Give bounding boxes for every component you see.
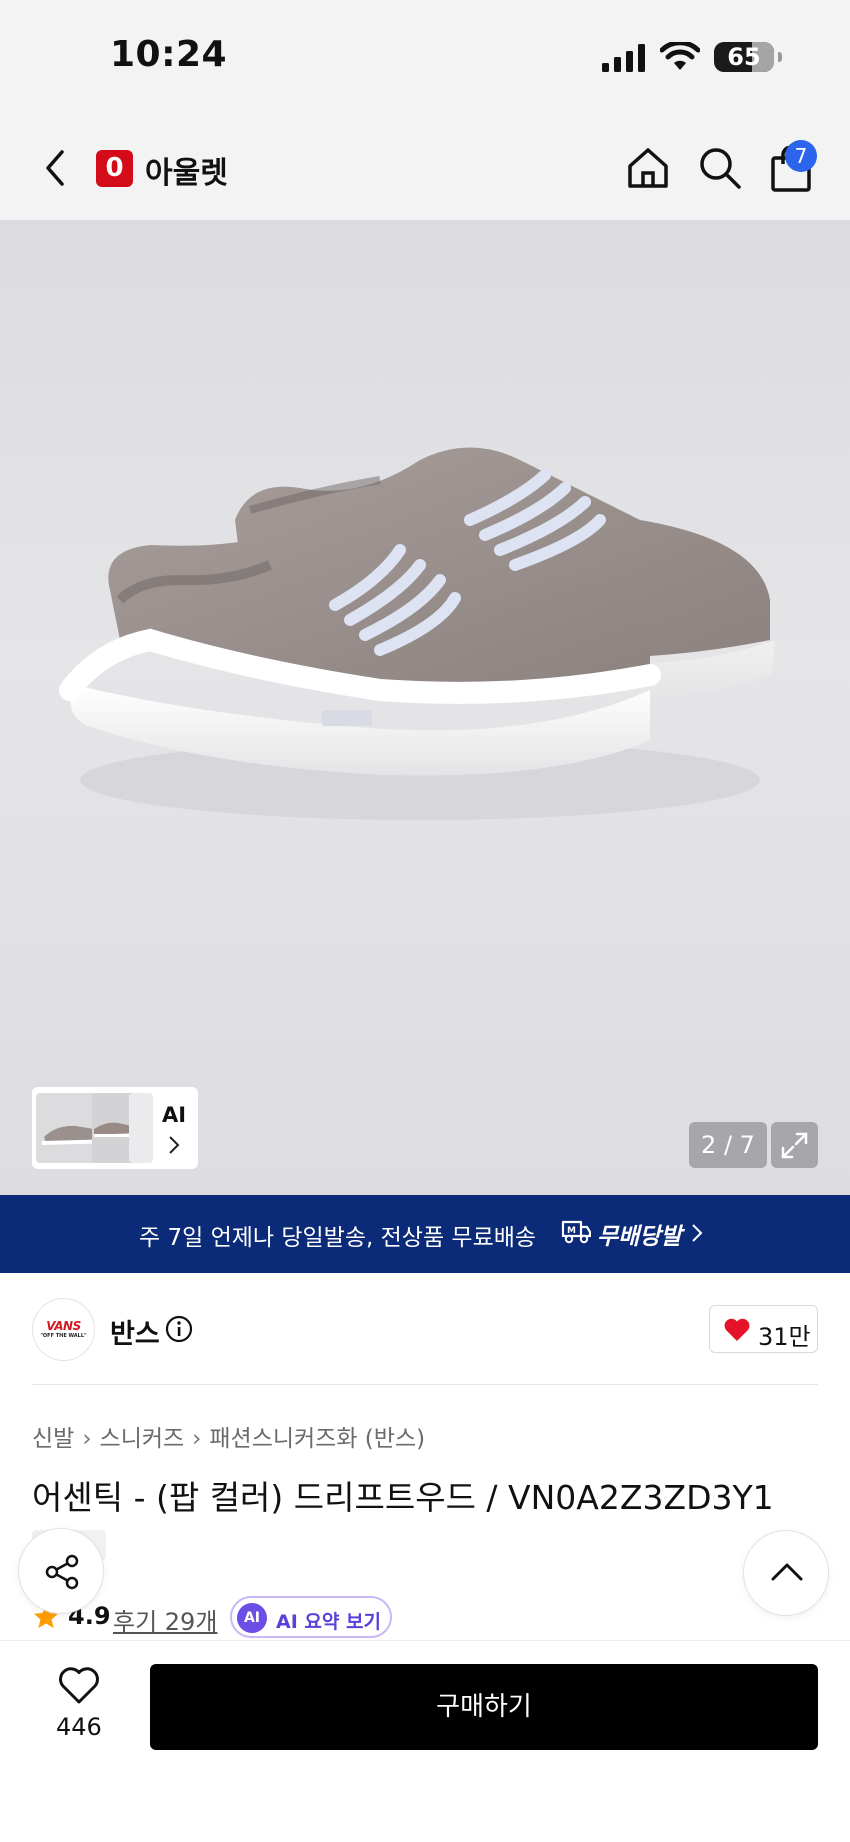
app-header: 0 아울렛 7 (0, 110, 850, 220)
chevron-right-icon (169, 1136, 180, 1154)
svg-text:M: M (567, 1226, 576, 1236)
fullscreen-button[interactable] (771, 1122, 818, 1168)
status-time: 10:24 (110, 34, 228, 75)
battery-icon: 65 (714, 42, 782, 72)
scroll-to-top-button[interactable] (743, 1530, 829, 1616)
divider (32, 1384, 818, 1385)
app-logo[interactable]: 0 (96, 150, 133, 187)
signal-icon (602, 44, 645, 72)
thumbnail-image-3[interactable] (129, 1093, 153, 1163)
shipping-banner[interactable]: 주 7일 언제나 당일발송, 전상품 무료배송 M 무배당발 (0, 1195, 850, 1273)
ai-badge-icon: AI (237, 1603, 267, 1633)
wishlist-count: 446 (56, 1713, 102, 1741)
back-arrow-icon[interactable] (42, 148, 68, 188)
image-counter: 2 / 7 (689, 1122, 767, 1168)
heart-filled-icon (724, 1318, 750, 1341)
battery-level: 65 (727, 43, 761, 71)
status-bar: 10:24 65 (0, 0, 850, 110)
shipping-brand-label: 무배당발 (597, 1224, 682, 1250)
breadcrumb-item[interactable]: 패션스니커즈화 (반스) (209, 1426, 425, 1452)
product-image (59, 447, 775, 820)
wifi-icon (660, 42, 700, 70)
search-icon[interactable] (698, 146, 742, 190)
breadcrumb: 신발 › 스니커즈 › 패션스니커즈화 (반스) (32, 1419, 425, 1453)
share-button[interactable] (18, 1528, 104, 1614)
product-image-gallery[interactable] (0, 220, 850, 1195)
brand-like-count: 31만 (758, 1323, 811, 1351)
cart-count-badge: 7 (785, 140, 817, 172)
info-icon[interactable] (165, 1315, 193, 1343)
brand-name[interactable]: 반스 (110, 1312, 160, 1351)
chevron-right-icon (692, 1224, 703, 1242)
ai-summary-button[interactable]: AI AI 요약 보기 (230, 1596, 392, 1638)
app-name[interactable]: 아울렛 (145, 148, 228, 192)
thumbnail-ai-label: AI (162, 1103, 187, 1127)
heart-outline-icon[interactable] (58, 1667, 100, 1705)
home-icon[interactable] (626, 146, 670, 190)
product-title: 어센틱 - (팝 컬러) 드리프트우드 / VN0A2Z3ZD3Y1 (32, 1478, 774, 1517)
brand-logo-subtext: "OFF THE WALL" (40, 1333, 87, 1339)
brand-logo[interactable]: VANS "OFF THE WALL" (32, 1298, 95, 1361)
ai-summary-label: AI 요약 보기 (276, 1611, 381, 1633)
shipping-banner-text: 주 7일 언제나 당일발송, 전상품 무료배송 (139, 1225, 537, 1251)
expand-icon (781, 1132, 808, 1159)
chevron-right-icon: › (82, 1426, 92, 1452)
thumbnail-strip[interactable]: AI (32, 1087, 198, 1169)
buy-button[interactable]: 구매하기 (150, 1664, 818, 1750)
share-icon (45, 1554, 79, 1590)
brand-like-button[interactable]: 31만 (709, 1305, 818, 1353)
breadcrumb-item[interactable]: 신발 (32, 1426, 74, 1452)
reviews-link[interactable]: 후기 29개 (113, 1602, 217, 1637)
chevron-up-icon (771, 1563, 803, 1581)
delivery-truck-icon: M (561, 1220, 591, 1244)
brand-logo-text: VANS (46, 1319, 81, 1333)
breadcrumb-item[interactable]: 스니커즈 (100, 1426, 185, 1452)
chevron-right-icon: › (192, 1426, 202, 1452)
